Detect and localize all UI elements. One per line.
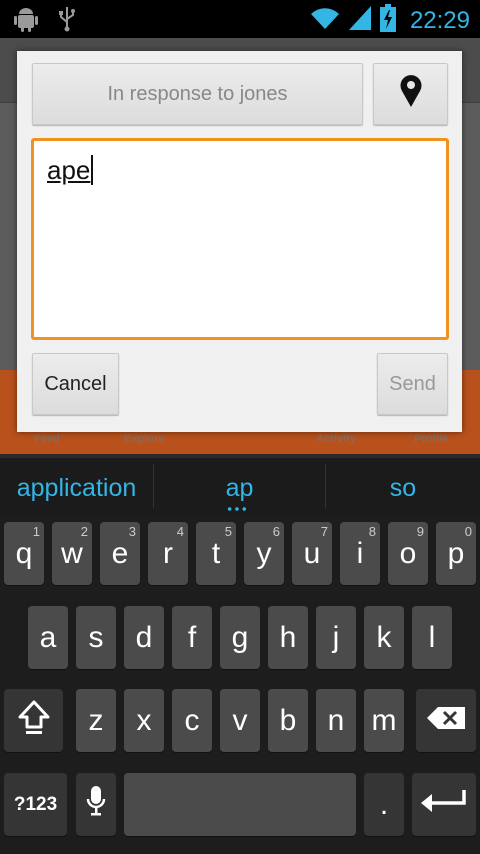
tab-feed: Feed (34, 433, 60, 445)
suggestion-1[interactable]: application (0, 458, 153, 518)
period-key[interactable]: . (364, 773, 404, 836)
soft-keyboard: application ap so q1 w2 e3 r4 t5 y6 u7 i… (0, 458, 480, 854)
usb-icon (58, 6, 76, 37)
key-d[interactable]: d (124, 606, 164, 669)
key-n[interactable]: n (316, 689, 356, 752)
text-caret (91, 155, 94, 185)
location-button[interactable] (373, 63, 448, 125)
android-debug-icon (14, 6, 38, 37)
key-j[interactable]: j (316, 606, 356, 669)
suggestion-3[interactable]: so (326, 458, 480, 518)
send-button[interactable]: Send (377, 353, 448, 415)
key-v[interactable]: v (220, 689, 260, 752)
signal-icon (348, 5, 372, 36)
key-o[interactable]: o9 (388, 522, 428, 585)
battery-charging-icon (379, 4, 396, 37)
cancel-button[interactable]: Cancel (32, 353, 119, 415)
key-u[interactable]: u7 (292, 522, 332, 585)
suggestion-strip: application ap so (0, 458, 480, 518)
wifi-icon (310, 6, 340, 35)
tab-explore: Explore (124, 433, 165, 445)
microphone-icon (86, 784, 106, 826)
symbols-key[interactable]: ?123 (4, 773, 67, 836)
shift-key[interactable] (4, 689, 63, 752)
map-pin-icon (399, 74, 423, 114)
reply-dialog: In response to jones ape Cancel Send (17, 51, 462, 432)
key-p[interactable]: p0 (436, 522, 476, 585)
key-s[interactable]: s (76, 606, 116, 669)
key-y[interactable]: y6 (244, 522, 284, 585)
key-a[interactable]: a (28, 606, 68, 669)
clock: 22:29 (409, 6, 470, 34)
key-r[interactable]: r4 (148, 522, 188, 585)
message-input[interactable]: ape (31, 138, 449, 340)
key-t[interactable]: t5 (196, 522, 236, 585)
tab-activity: Activity (316, 433, 356, 445)
tab-profile: Profile (414, 433, 449, 445)
key-g[interactable]: g (220, 606, 260, 669)
key-m[interactable]: m (364, 689, 404, 752)
shift-icon (17, 699, 51, 743)
space-bar[interactable] (124, 773, 356, 836)
backspace-key[interactable] (416, 689, 476, 752)
key-c[interactable]: c (172, 689, 212, 752)
voice-input-key[interactable] (76, 773, 116, 836)
key-w[interactable]: w2 (52, 522, 92, 585)
more-suggestions-indicator (226, 507, 248, 511)
key-z[interactable]: z (76, 689, 116, 752)
backspace-icon (426, 704, 466, 738)
key-q[interactable]: q1 (4, 522, 44, 585)
key-x[interactable]: x (124, 689, 164, 752)
key-h[interactable]: h (268, 606, 308, 669)
key-b[interactable]: b (268, 689, 308, 752)
key-i[interactable]: i8 (340, 522, 380, 585)
key-l[interactable]: l (412, 606, 452, 669)
key-e[interactable]: e3 (100, 522, 140, 585)
enter-key[interactable] (412, 773, 476, 836)
enter-icon (420, 788, 468, 822)
key-k[interactable]: k (364, 606, 404, 669)
status-bar: 22:29 (0, 0, 480, 38)
message-text: ape (47, 155, 94, 186)
in-response-to-button[interactable]: In response to jones (32, 63, 363, 125)
key-f[interactable]: f (172, 606, 212, 669)
